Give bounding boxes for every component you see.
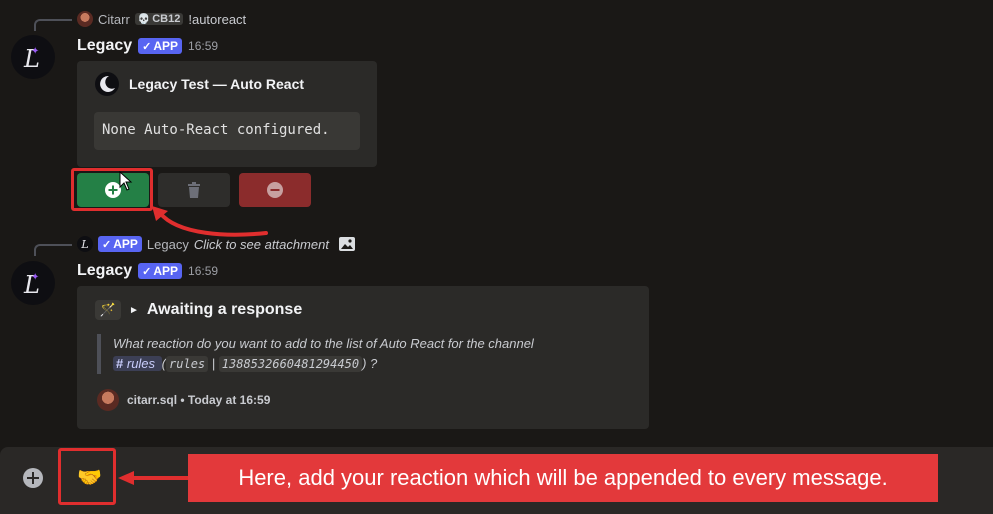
question-channel-line: # rules (rules | 1388532660481294450) ? bbox=[113, 354, 637, 374]
svg-text:✦: ✦ bbox=[31, 272, 39, 283]
embed: Legacy Test — Auto React None Auto-React… bbox=[77, 61, 377, 167]
channel-mention-label: rules bbox=[126, 356, 156, 371]
reply-header[interactable]: Citarr 💀 CB12 !autoreact bbox=[77, 11, 246, 27]
disclosure-triangle-icon: ► bbox=[129, 304, 139, 316]
pipe-separator: | bbox=[211, 356, 216, 371]
app-badge-label: APP bbox=[153, 264, 179, 278]
app-badge: ✓ APP bbox=[138, 38, 183, 54]
paren-close: ) bbox=[362, 356, 367, 371]
reply-content[interactable]: Click to see attachment bbox=[194, 237, 329, 252]
timestamp: 16:59 bbox=[188, 264, 219, 278]
bot-username[interactable]: Legacy bbox=[77, 262, 132, 280]
minus-circle-icon bbox=[267, 182, 283, 198]
check-icon: ✓ bbox=[142, 40, 152, 53]
channel-mention[interactable]: # rules bbox=[113, 356, 162, 371]
embed-code-block: None Auto-React configured. bbox=[94, 112, 360, 150]
app-badge: ✓ APP bbox=[138, 263, 183, 279]
annotation-callout: Here, add your reaction which will be ap… bbox=[188, 454, 938, 502]
skull-icon: 💀 bbox=[137, 13, 151, 25]
channel-code: rules bbox=[166, 356, 209, 372]
embed-title: Awaiting a response bbox=[146, 301, 303, 318]
legacy-logo-icon: L ✦ bbox=[23, 271, 40, 298]
composer-highlight bbox=[58, 448, 116, 505]
blockquote: What reaction do you want to add to the … bbox=[97, 334, 637, 374]
guild-tag: 💀 CB12 bbox=[134, 13, 184, 25]
app-badge: ✓ APP bbox=[98, 236, 142, 252]
bot-avatar[interactable]: L ✦ bbox=[11, 261, 55, 305]
footer-text: citarr.sql • Today at 16:59 bbox=[127, 393, 271, 407]
add-button-highlight bbox=[71, 168, 153, 211]
embed-author-icon bbox=[95, 72, 119, 96]
user-avatar-small bbox=[77, 11, 93, 27]
check-icon: ✓ bbox=[102, 238, 112, 251]
embed-title-row: 🪄 ► Awaiting a response bbox=[95, 300, 302, 320]
delete-button[interactable] bbox=[158, 173, 230, 207]
embed-footer: citarr.sql • Today at 16:59 bbox=[97, 389, 270, 411]
reply-header[interactable]: L ✓ APP Legacy Click to see attachment bbox=[77, 236, 356, 252]
trash-icon bbox=[188, 182, 200, 198]
message-header: Legacy ✓ APP 16:59 bbox=[77, 37, 218, 55]
guild-tag-label: CB12 bbox=[152, 13, 181, 25]
composer-add-button[interactable] bbox=[20, 465, 46, 491]
app-badge-label: APP bbox=[113, 237, 138, 251]
embed: 🪄 ► Awaiting a response What reaction do… bbox=[77, 286, 649, 429]
bot-username[interactable]: Legacy bbox=[77, 37, 132, 55]
image-icon bbox=[338, 237, 355, 251]
bot-avatar-small: L bbox=[77, 236, 93, 252]
bot-avatar[interactable]: L ✦ bbox=[11, 35, 55, 79]
message-header: Legacy ✓ APP 16:59 bbox=[77, 262, 218, 280]
plus-circle-icon bbox=[23, 468, 43, 488]
app-badge-label: APP bbox=[153, 39, 179, 53]
annotation-callout-text: Here, add your reaction which will be ap… bbox=[238, 465, 888, 490]
mouse-cursor-icon bbox=[119, 171, 133, 191]
embed-author: Legacy Test — Auto React bbox=[95, 72, 304, 96]
embed-title: Legacy Test — Auto React bbox=[129, 76, 305, 92]
reply-username[interactable]: Legacy bbox=[147, 237, 189, 252]
annotation-arrow-icon bbox=[118, 471, 188, 485]
legacy-logo-icon: L ✦ bbox=[23, 45, 40, 72]
remove-button[interactable] bbox=[239, 173, 311, 207]
channel-id-code: 1388532660481294450 bbox=[218, 356, 363, 372]
svg-text:✦: ✦ bbox=[31, 46, 39, 57]
question-suffix: ? bbox=[370, 356, 378, 371]
check-icon: ✓ bbox=[142, 265, 152, 278]
magic-wand-icon: 🪄 bbox=[95, 300, 121, 320]
reply-connector bbox=[34, 19, 72, 31]
timestamp: 16:59 bbox=[188, 39, 219, 53]
reply-content[interactable]: !autoreact bbox=[188, 12, 246, 27]
question-text: What reaction do you want to add to the … bbox=[113, 336, 534, 351]
footer-avatar bbox=[97, 389, 119, 411]
moon-icon bbox=[100, 75, 115, 92]
reply-connector bbox=[34, 244, 72, 256]
reply-username[interactable]: Citarr bbox=[98, 12, 130, 27]
hash-icon: # bbox=[116, 356, 124, 371]
